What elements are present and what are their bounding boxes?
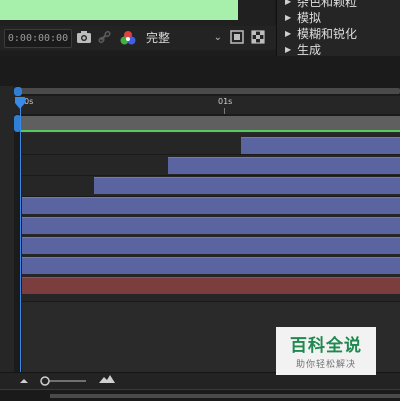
layer-bar[interactable] — [22, 237, 400, 254]
expand-triangle-icon: ▶ — [285, 0, 292, 6]
ruler-label-01s: 01s — [218, 97, 233, 106]
effects-presets-panel: ▶ 杂色和颗粒 ▶ 模拟 ▶ 模糊和锐化 ▶ 生成 — [276, 0, 400, 57]
effect-category-label: 模糊和锐化 — [297, 26, 358, 41]
expand-triangle-icon: ▶ — [285, 28, 292, 38]
effect-category-blur-sharpen[interactable]: ▶ 模糊和锐化 — [285, 25, 357, 41]
time-ruler[interactable] — [14, 96, 400, 114]
expand-triangle-icon: ▶ — [285, 44, 292, 54]
layer-bar[interactable] — [22, 217, 400, 234]
roi-icon[interactable] — [230, 30, 244, 44]
panel-divider — [0, 56, 400, 86]
watermark-subtitle: 助你轻松解决 — [295, 360, 356, 370]
layer-bar[interactable] — [94, 177, 400, 194]
effect-category-simulation[interactable]: ▶ 模拟 — [285, 9, 321, 25]
layer-bar[interactable] — [22, 197, 400, 214]
timecode-display[interactable]: 0:00:00:00 — [4, 29, 72, 48]
effect-category-generate[interactable]: ▶ 生成 — [285, 41, 321, 57]
playhead-line — [20, 100, 21, 372]
watermark-title: 百科全说 — [290, 336, 362, 356]
layer-bar-selected[interactable] — [22, 277, 400, 294]
zoom-in-icon[interactable] — [98, 374, 116, 384]
layer-gutter — [0, 86, 14, 376]
chevron-down-icon: ⌄ — [213, 32, 222, 43]
playhead-icon[interactable] — [14, 97, 26, 109]
work-area-bar[interactable] — [20, 116, 400, 130]
camera-icon[interactable] — [76, 30, 92, 44]
ruler-tick — [224, 108, 225, 114]
time-navigator[interactable] — [14, 88, 400, 94]
composition-preview — [0, 0, 238, 20]
zoom-out-icon[interactable] — [18, 376, 30, 384]
effect-category-label: 生成 — [297, 42, 322, 57]
horizontal-scrollbar[interactable] — [50, 394, 400, 398]
transparency-icon[interactable] — [251, 30, 265, 44]
effect-category-label: 模拟 — [297, 10, 322, 25]
watermark-logo: 百科全说 助你轻松解决 — [276, 327, 376, 375]
layer-bar[interactable] — [241, 137, 400, 154]
expand-triangle-icon: ▶ — [285, 12, 292, 22]
zoom-slider[interactable] — [40, 375, 88, 387]
resolution-select[interactable]: 完整 ⌄ — [144, 28, 222, 48]
rgb-icon[interactable] — [119, 29, 137, 47]
time-navigator-handle[interactable] — [14, 87, 22, 96]
layer-bar[interactable] — [22, 257, 400, 274]
resolution-value: 完整 — [146, 31, 171, 45]
link-icon[interactable] — [98, 30, 112, 44]
layer-bar[interactable] — [168, 157, 400, 174]
